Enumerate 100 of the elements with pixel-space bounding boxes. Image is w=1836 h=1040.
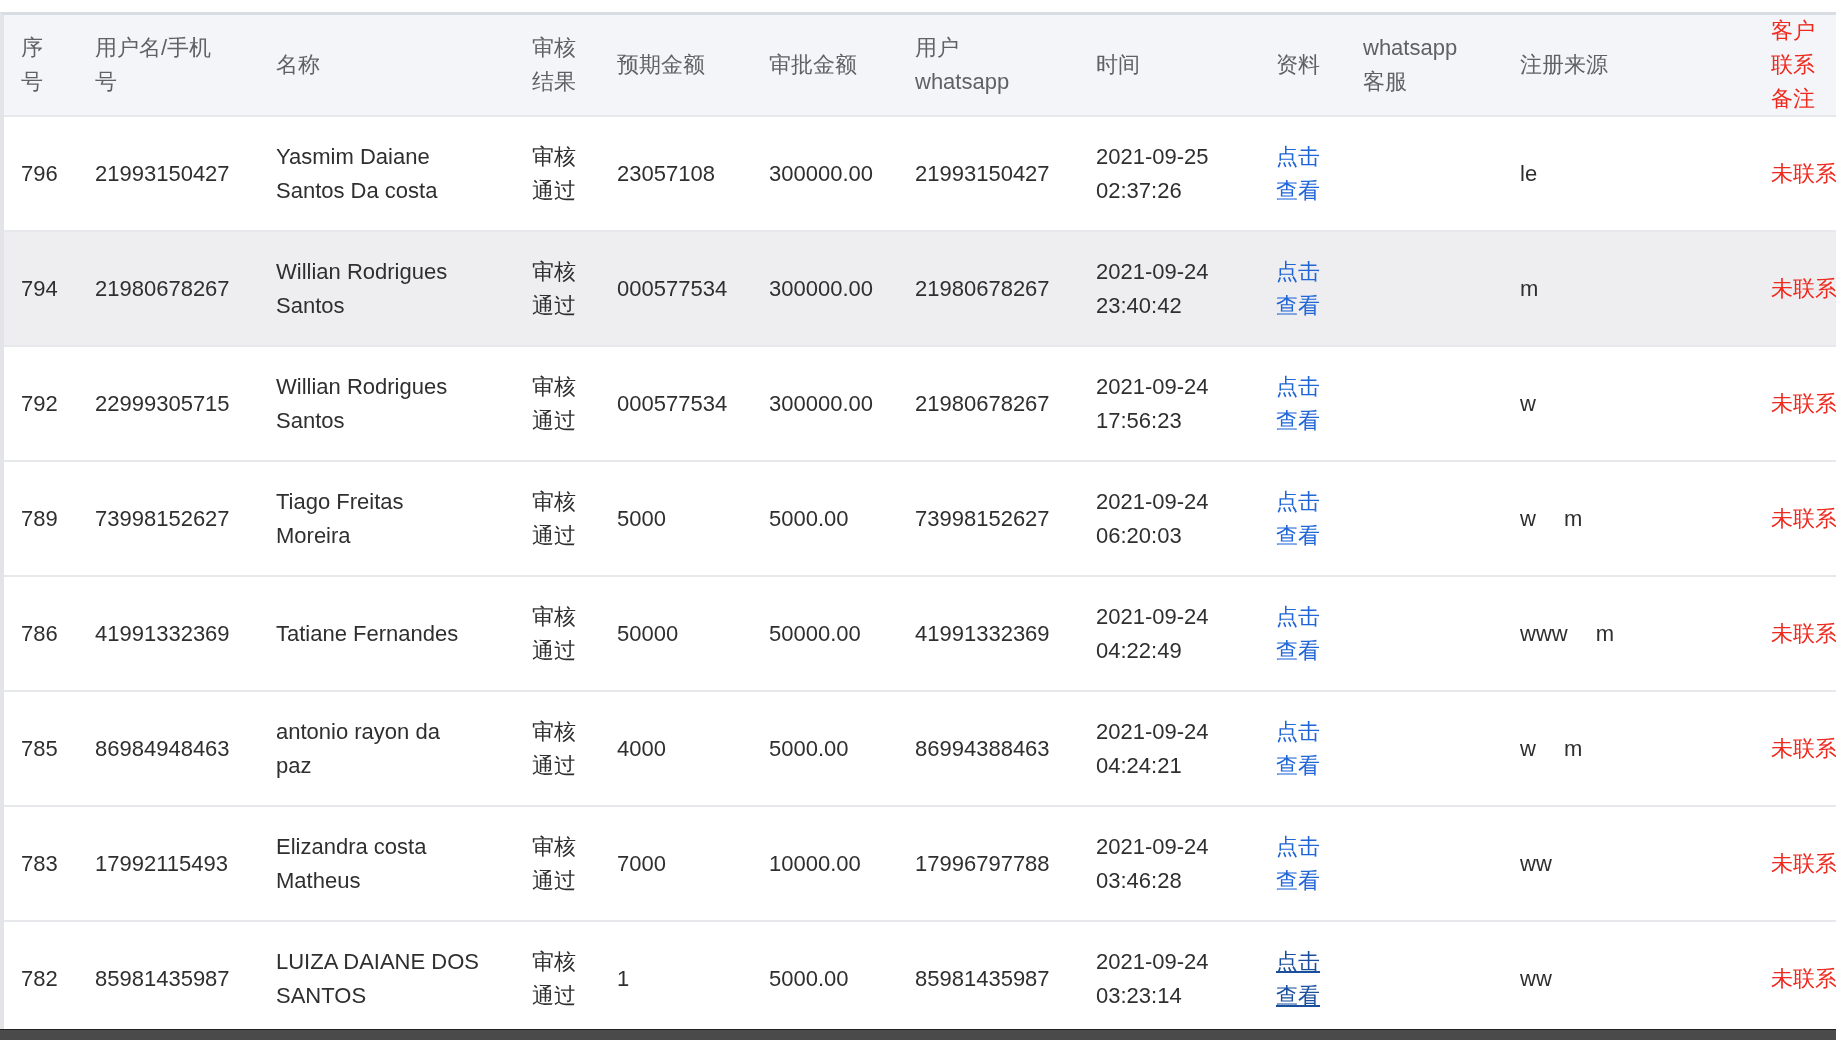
- table-cell-text: Willian Rodrigues Santos: [276, 372, 449, 435]
- table-cell-text: 审核通过: [532, 487, 576, 550]
- table-cell-text: 786: [21, 619, 58, 648]
- table-cell-text: 23057108: [617, 159, 715, 188]
- table-cell-text: 2021-09-24 23:40:42: [1096, 257, 1210, 320]
- table-cell-text: 审核通过: [532, 602, 576, 665]
- table-cell-text: m: [1563, 504, 1583, 533]
- table-cell-text: 17996797788: [915, 849, 1050, 878]
- table-cell-text: w: [1520, 504, 1536, 533]
- column-header: 审核结果: [532, 34, 576, 96]
- view-link[interactable]: 点击查看: [1276, 484, 1320, 553]
- table-cell-text: 5000.00: [769, 964, 849, 993]
- table-cell-text: 85981435987: [95, 964, 230, 993]
- table-cell-text: 17992115493: [95, 849, 228, 878]
- column-header: 用户whatsapp: [915, 34, 1011, 96]
- table-cell-text: 审核通过: [532, 142, 576, 205]
- table-cell-text: 21980678267: [915, 389, 1050, 418]
- table-cell-text: 782: [21, 964, 58, 993]
- table-cell-text: 2021-09-24 04:24:21: [1096, 717, 1210, 780]
- column-header: 时间: [1096, 51, 1140, 79]
- table-cell-text: 5000: [617, 504, 666, 533]
- table-cell-text: 50000: [617, 619, 679, 648]
- table-cell-text: 796: [21, 159, 58, 188]
- table-cell-text: Elizandra costa Matheus: [276, 832, 428, 895]
- table-cell-text: 审核通过: [532, 832, 576, 895]
- table-cell-text: 5000.00: [769, 504, 849, 533]
- table-cell-text: 审核通过: [532, 372, 576, 435]
- table-cell-text: 789: [21, 504, 58, 533]
- table-cell-text: 21980678267: [915, 274, 1050, 303]
- table-cell-text: 22999305715: [95, 389, 230, 418]
- table-cell-text: 2021-09-24 04:22:49: [1096, 602, 1210, 665]
- table-cell-text: ww: [1520, 964, 1552, 993]
- table-cell-text: 审核通过: [532, 947, 576, 1010]
- view-link[interactable]: 点击查看: [1276, 829, 1320, 898]
- view-link[interactable]: 点击查看: [1276, 599, 1320, 668]
- table-cell-text: 73998152627: [915, 504, 1050, 533]
- table-cell-text: 10000.00: [769, 849, 861, 878]
- view-link[interactable]: 点击查看: [1276, 714, 1320, 783]
- table-cell-text: 300000.00: [769, 389, 873, 418]
- status-text: 未联系: [1771, 964, 1836, 993]
- table-cell-text: m: [1520, 274, 1539, 303]
- view-link[interactable]: 点击查看: [1276, 944, 1320, 1013]
- table-cell-text: 300000.00: [769, 159, 873, 188]
- table-cell-text: 1: [617, 964, 630, 993]
- column-header: 用户名/手机号: [95, 34, 212, 96]
- table-cell-text: Willian Rodrigues Santos: [276, 257, 449, 320]
- table-cell-text: 5000.00: [769, 734, 849, 763]
- table-cell-text: Yasmim Daiane Santos Da costa: [276, 142, 439, 205]
- status-text: 未联系: [1771, 734, 1836, 763]
- table-cell-text: le: [1520, 159, 1538, 188]
- column-header: 注册来源: [1520, 51, 1608, 79]
- table-cell-text: 7000: [617, 849, 666, 878]
- column-header: 预期金额: [617, 51, 705, 79]
- table-cell-text: 50000.00: [769, 619, 861, 648]
- table-cell-text: w: [1520, 734, 1536, 763]
- table-cell-text: 21980678267: [95, 274, 230, 303]
- table-cell-text: 审核通过: [532, 257, 576, 320]
- view-link[interactable]: 点击查看: [1276, 139, 1320, 208]
- table-cell-text: LUIZA DAIANE DOS SANTOS: [276, 947, 480, 1010]
- table-cell-text: 2021-09-25 02:37:26: [1096, 142, 1210, 205]
- table-cell-text: 300000.00: [769, 274, 873, 303]
- status-text: 未联系: [1771, 274, 1836, 303]
- table-cell-text: 审核通过: [532, 717, 576, 780]
- table-cell-text: 2021-09-24 17:56:23: [1096, 372, 1210, 435]
- view-link[interactable]: 点击查看: [1276, 254, 1320, 323]
- view-link[interactable]: 点击查看: [1276, 369, 1320, 438]
- table-cell-text: 41991332369: [915, 619, 1050, 648]
- status-text: 未联系: [1771, 159, 1836, 188]
- table-cell-text: ww: [1520, 849, 1552, 878]
- table-cell-text: 86994388463: [915, 734, 1050, 763]
- table-cell-text: 783: [21, 849, 58, 878]
- table-cell-text: 000577534: [617, 389, 728, 418]
- table-cell-text: 792: [21, 389, 58, 418]
- table-cell-text: 000577534: [617, 274, 728, 303]
- table-cell-text: 4000: [617, 734, 666, 763]
- table-cell-text: w: [1520, 389, 1536, 418]
- table-cell-text: antonio rayon da paz: [276, 717, 441, 780]
- status-text: 未联系: [1771, 504, 1836, 533]
- table-cell-text: 21993150427: [915, 159, 1050, 188]
- table-cell-text: 86984948463: [95, 734, 230, 763]
- table-cell-text: 2021-09-24 06:20:03: [1096, 487, 1210, 550]
- table-cell-text: 73998152627: [95, 504, 230, 533]
- column-header: 资料: [1276, 51, 1320, 79]
- table-cell-text: 2021-09-24 03:23:14: [1096, 947, 1210, 1010]
- column-header: 客户联系备注: [1771, 17, 1816, 113]
- table-cell-text: Tatiane Fernandes: [276, 619, 460, 648]
- table-cell-text: 41991332369: [95, 619, 230, 648]
- table-cell-text: www: [1520, 619, 1568, 648]
- column-header: 名称: [276, 51, 320, 79]
- table-cell-text: 85981435987: [915, 964, 1050, 993]
- status-text: 未联系: [1771, 849, 1836, 878]
- column-header: 审批金额: [769, 51, 857, 79]
- column-header: 序号: [21, 34, 43, 96]
- table-cell-text: m: [1595, 619, 1614, 648]
- table-cell-text: 21993150427: [95, 159, 230, 188]
- status-text: 未联系: [1771, 619, 1836, 648]
- table-cell-text: Tiago Freitas Moreira: [276, 487, 405, 550]
- column-header: whatsapp客服: [1363, 34, 1459, 96]
- table-cell-text: m: [1563, 734, 1583, 763]
- table-cell-text: 2021-09-24 03:46:28: [1096, 832, 1210, 895]
